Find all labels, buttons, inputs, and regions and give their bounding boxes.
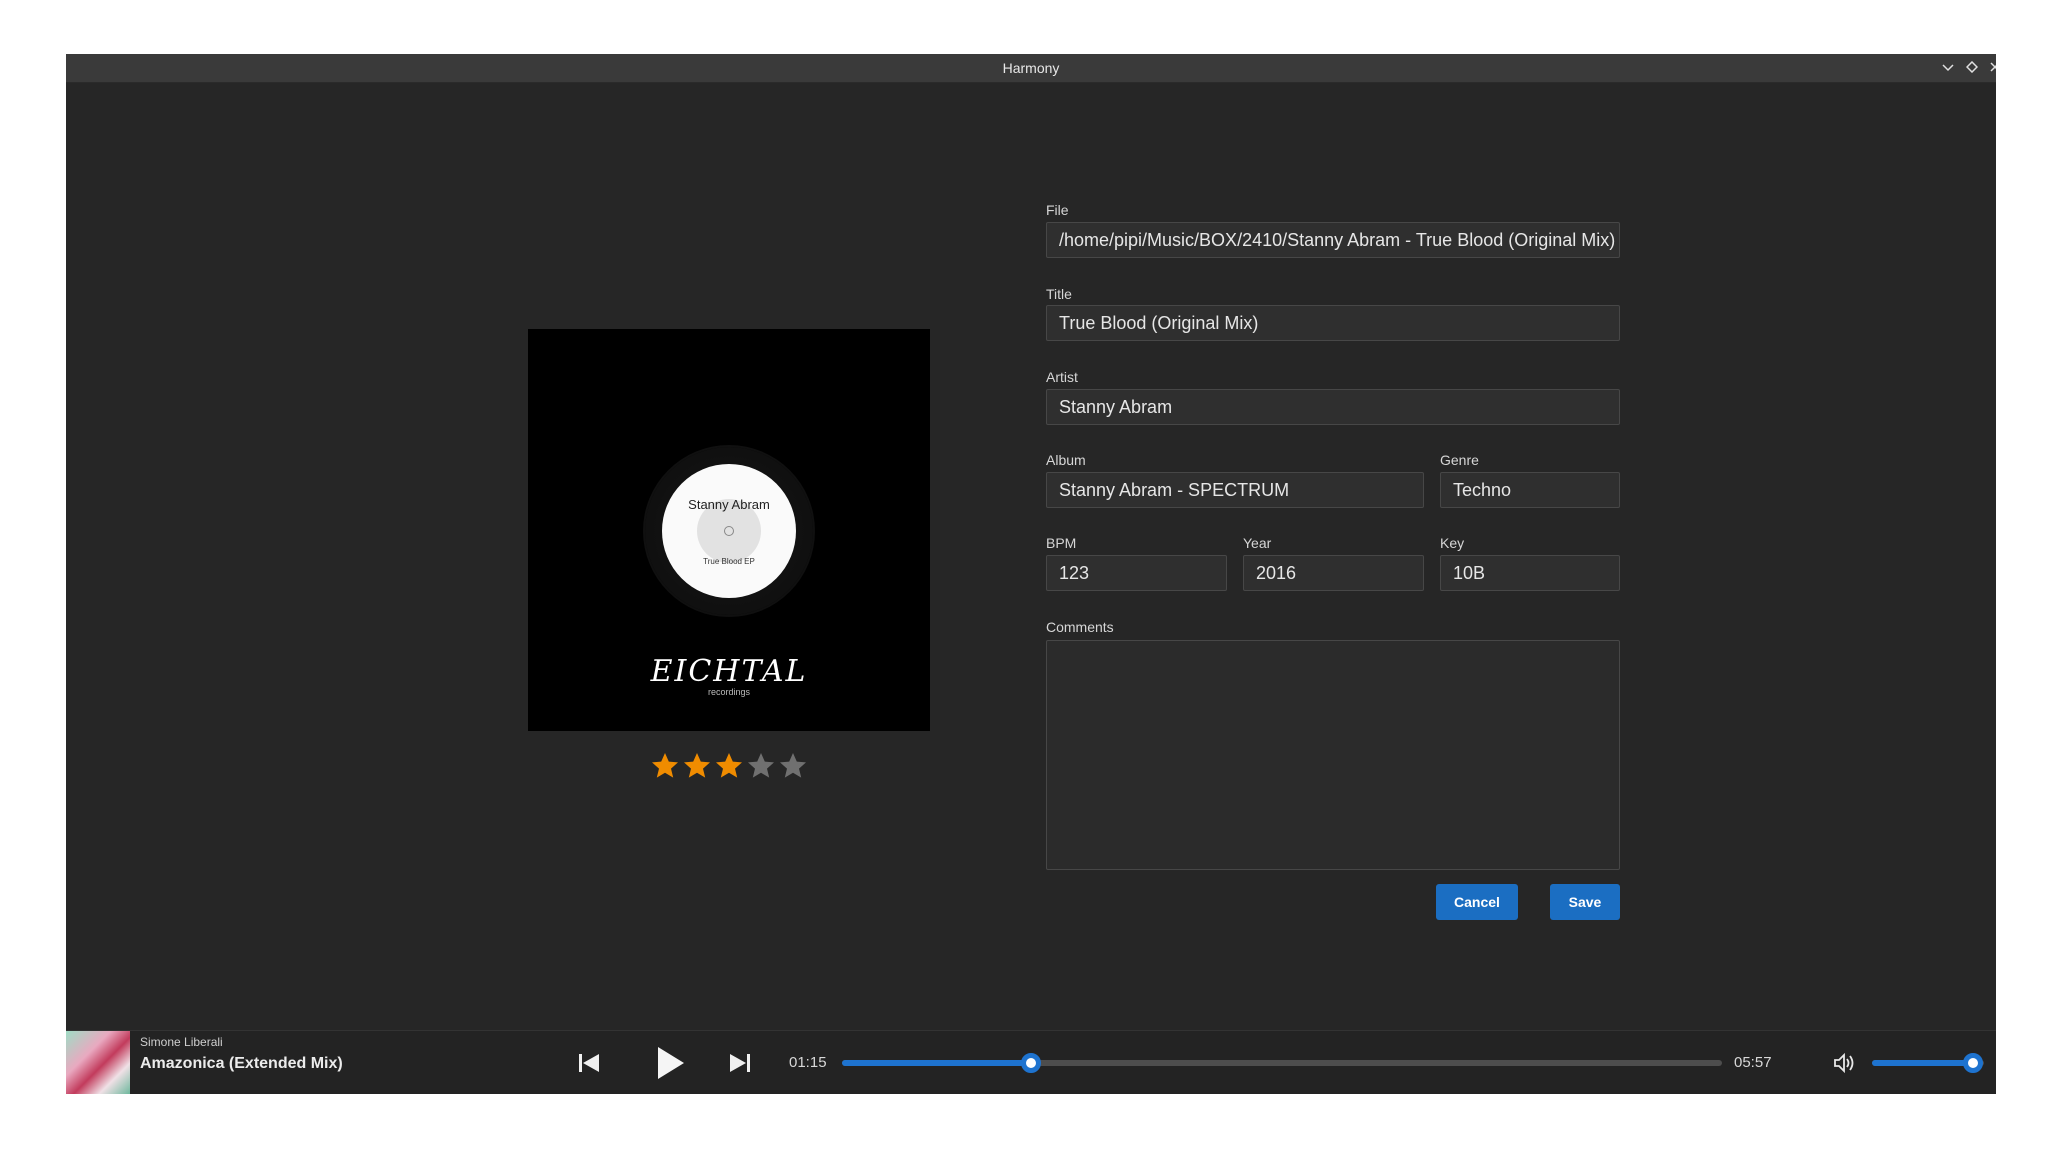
volume-slider[interactable] (1872, 1053, 1984, 1073)
label-subtitle: recordings (707, 687, 751, 697)
next-icon[interactable] (720, 1043, 760, 1083)
star-empty-icon[interactable] (745, 750, 777, 782)
volume-handle[interactable] (1962, 1053, 1983, 1073)
rating-stars[interactable] (649, 750, 809, 784)
label-logo: EICHTAL (650, 654, 808, 689)
previous-icon[interactable] (569, 1043, 609, 1083)
comments-field[interactable] (1046, 640, 1620, 870)
bpm-field[interactable]: 123 (1046, 555, 1227, 591)
seek-bar-fill (842, 1060, 1032, 1066)
file-field[interactable]: /home/pipi/Music/BOX/2410/Stanny Abram -… (1046, 222, 1620, 258)
title-field[interactable]: True Blood (Original Mix) (1046, 305, 1620, 341)
vinyl-hole (724, 526, 734, 536)
album-field[interactable]: Stanny Abram - SPECTRUM (1046, 472, 1424, 508)
minimize-icon[interactable] (1938, 58, 1958, 78)
now-playing-title: Amazonica (Extended Mix) (140, 1055, 343, 1072)
duration-time: 05:57 (1734, 1054, 1772, 1071)
album-cover: Stanny Abram True Blood EP EICHTAL recor… (528, 329, 930, 731)
play-icon[interactable] (644, 1039, 692, 1087)
volume-fill (1872, 1060, 1973, 1066)
now-playing-artist: Simone Liberali (140, 1035, 223, 1049)
genre-label: Genre (1440, 452, 1479, 468)
cover-artist-text: Stanny Abram (688, 497, 770, 512)
bpm-label: BPM (1046, 535, 1077, 551)
cover-release-text: True Blood EP (703, 557, 755, 566)
genre-field[interactable]: Techno (1440, 472, 1620, 508)
close-icon[interactable] (1985, 58, 1996, 78)
artist-label: Artist (1046, 369, 1078, 385)
window-title: Harmony (1002, 60, 1060, 76)
cancel-button[interactable]: Cancel (1436, 884, 1518, 920)
year-label: Year (1243, 535, 1272, 551)
save-button[interactable]: Save (1550, 884, 1620, 920)
key-field[interactable]: 10B (1440, 555, 1620, 591)
star-empty-icon[interactable] (777, 750, 809, 782)
maximize-icon[interactable] (1962, 58, 1982, 78)
year-field[interactable]: 2016 (1243, 555, 1424, 591)
key-label: Key (1440, 535, 1465, 551)
seek-handle[interactable] (1021, 1053, 1042, 1073)
star-filled-icon[interactable] (713, 750, 745, 782)
album-label: Album (1046, 452, 1086, 468)
now-playing-thumbnail[interactable] (66, 1031, 130, 1094)
volume-icon[interactable] (1824, 1043, 1864, 1083)
player-bar: Simone Liberali Amazonica (Extended Mix)… (66, 1030, 1996, 1094)
artist-field[interactable]: Stanny Abram (1046, 389, 1620, 425)
elapsed-time: 01:15 (789, 1054, 827, 1071)
comments-label: Comments (1046, 619, 1114, 635)
title-label: Title (1046, 286, 1072, 302)
star-filled-icon[interactable] (649, 750, 681, 782)
title-bar: Harmony (66, 54, 1996, 83)
file-label: File (1046, 202, 1069, 218)
star-filled-icon[interactable] (681, 750, 713, 782)
seek-bar[interactable] (842, 1053, 1722, 1073)
app-window: Harmony Stanny Abram True Blood EP EICHT… (66, 54, 1996, 1094)
